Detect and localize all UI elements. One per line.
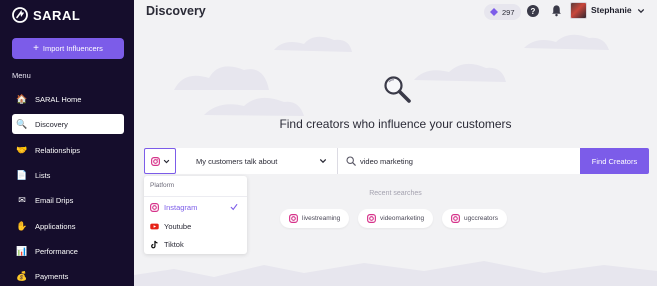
saral-logo[interactable]: SARAL xyxy=(12,7,80,23)
recent-search-chip[interactable]: videomarketing xyxy=(358,209,434,228)
platform-dropdown: Platform Instagram Youtube Tiktok xyxy=(144,176,247,254)
sidebar-item-label: Lists xyxy=(35,170,51,180)
money-bag-icon: 💰 xyxy=(16,270,28,281)
instagram-icon xyxy=(150,202,159,212)
platform-option-tiktok[interactable]: Tiktok xyxy=(150,237,242,251)
credits-count: 297 xyxy=(502,7,515,17)
sidebar: SARAL + Import Influencers Menu 🏠 SARAL … xyxy=(0,0,134,286)
youtube-icon xyxy=(150,223,159,229)
background-skyline xyxy=(134,261,657,286)
user-name[interactable]: Stephanie xyxy=(591,5,632,15)
magnifier-illustration-icon xyxy=(384,76,411,103)
sidebar-item-label: Relationships xyxy=(35,145,81,155)
main-content: Discovery 297 ? Stephanie Find creators … xyxy=(134,0,657,286)
sidebar-item-saral-home[interactable]: 🏠 SARAL Home xyxy=(12,89,124,109)
platform-option-label: Tiktok xyxy=(164,239,184,249)
recent-search-chip[interactable]: livestreaming xyxy=(280,209,350,228)
import-influencers-button[interactable]: + Import Influencers xyxy=(12,38,124,59)
page-title: Discovery xyxy=(146,4,206,18)
sidebar-item-label: Email Drips xyxy=(35,195,74,205)
sidebar-item-applications[interactable]: ✋ Applications xyxy=(12,216,124,236)
email-icon: ✉ xyxy=(18,194,26,205)
home-icon: 🏠 xyxy=(16,93,28,104)
tiktok-icon xyxy=(151,240,158,248)
sidebar-item-discovery[interactable]: 🔍 Discovery xyxy=(12,114,124,134)
plus-icon: + xyxy=(33,42,39,54)
platform-select[interactable] xyxy=(144,148,176,174)
sidebar-item-lists[interactable]: 📄 Lists xyxy=(12,165,124,185)
import-influencers-label: Import Influencers xyxy=(42,44,103,53)
check-icon xyxy=(230,204,238,211)
topic-select[interactable]: My customers talk about xyxy=(184,148,337,174)
search-input[interactable] xyxy=(360,148,580,174)
sidebar-item-label: SARAL Home xyxy=(35,94,82,104)
recent-search-label: videomarketing xyxy=(380,215,425,222)
chevron-down-icon xyxy=(163,159,169,163)
instagram-icon xyxy=(451,214,460,223)
platform-option-label: Youtube xyxy=(164,221,192,231)
sidebar-item-label: Applications xyxy=(35,221,76,231)
help-icon[interactable]: ? xyxy=(527,5,539,17)
sidebar-item-label: Discovery xyxy=(35,119,68,129)
chart-icon: 📊 xyxy=(16,245,28,256)
saral-logo-icon xyxy=(12,7,28,23)
sidebar-item-payments[interactable]: 💰 Payments xyxy=(12,266,124,286)
search-icon xyxy=(346,156,356,166)
diamond-icon xyxy=(490,8,498,16)
topic-select-value: My customers talk about xyxy=(196,156,278,166)
platform-option-youtube[interactable]: Youtube xyxy=(150,219,242,233)
list-icon: 📄 xyxy=(16,169,28,180)
discovery-headline: Find creators who influence your custome… xyxy=(279,117,512,131)
menu-heading: Menu xyxy=(12,71,31,80)
sidebar-item-label: Performance xyxy=(35,246,78,256)
instagram-icon xyxy=(289,214,298,223)
hand-icon: ✋ xyxy=(16,220,28,231)
instagram-icon xyxy=(367,214,376,223)
bell-icon[interactable] xyxy=(550,4,563,17)
chevron-down-icon[interactable] xyxy=(637,7,645,15)
dropdown-heading: Platform xyxy=(150,182,175,189)
magnifier-icon: 🔍 xyxy=(16,118,28,129)
platform-option-instagram[interactable]: Instagram xyxy=(150,200,242,214)
find-creators-button[interactable]: Find Creators xyxy=(580,148,649,174)
sidebar-item-relationships[interactable]: 🤝 Relationships xyxy=(12,140,124,160)
app-name: SARAL xyxy=(33,7,81,23)
divider xyxy=(337,148,338,174)
avatar[interactable] xyxy=(570,2,587,19)
instagram-icon xyxy=(150,156,160,166)
divider xyxy=(144,196,247,197)
chevron-down-icon xyxy=(319,159,327,164)
sidebar-item-performance[interactable]: 📊 Performance xyxy=(12,241,124,261)
handshake-icon: 🤝 xyxy=(16,144,28,155)
recent-search-label: livestreaming xyxy=(302,215,341,222)
sidebar-item-email-drips[interactable]: ✉ Email Drips xyxy=(12,190,124,210)
recent-search-label: ugccreators xyxy=(464,215,498,222)
platform-option-label: Instagram xyxy=(164,202,198,212)
creator-search-bar: My customers talk about Find Creators xyxy=(144,148,649,174)
credits-badge[interactable]: 297 xyxy=(484,4,521,20)
sidebar-item-label: Payments xyxy=(35,271,69,281)
recent-search-chip[interactable]: ugccreators xyxy=(442,209,507,228)
